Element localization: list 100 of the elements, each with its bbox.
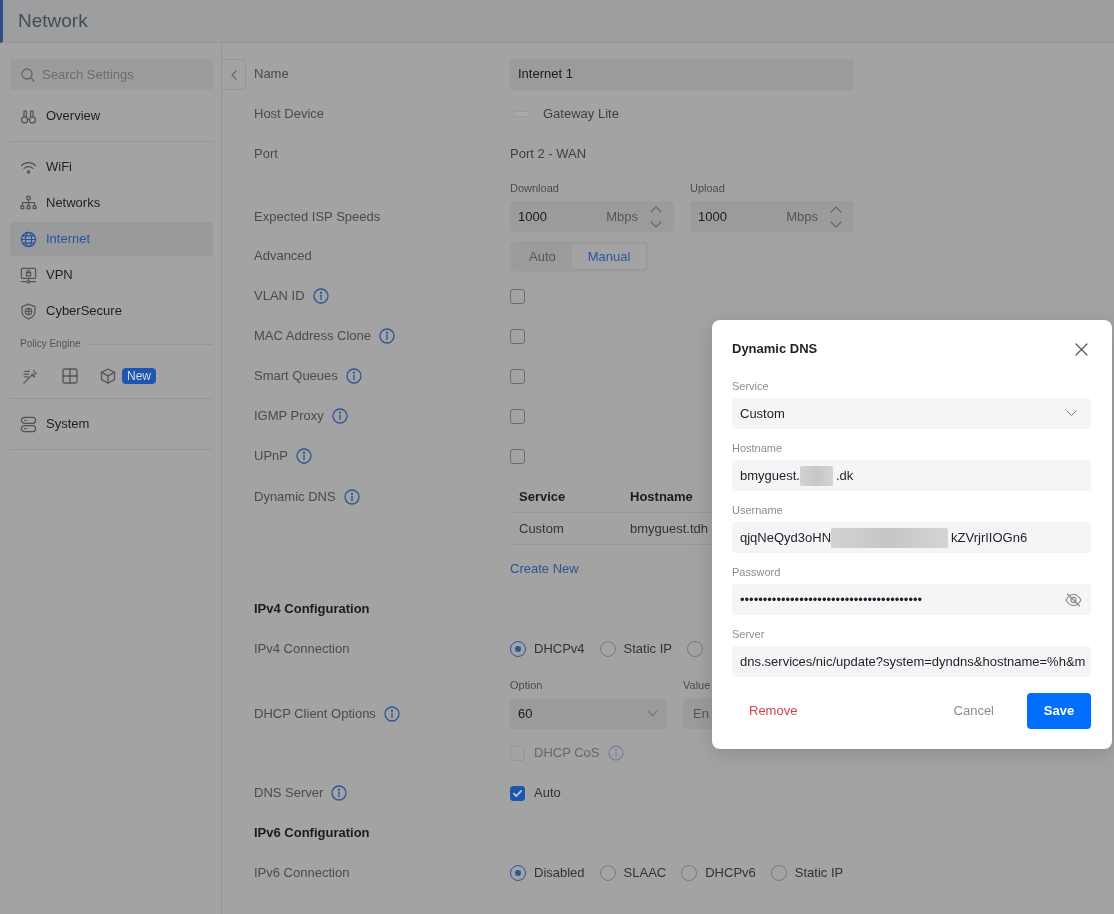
search-icon	[21, 68, 35, 82]
sidebar-item[interactable]: System	[10, 407, 213, 441]
shield-icon	[20, 302, 37, 320]
sidebar-item[interactable]: Overview	[10, 99, 213, 133]
sidebar-item[interactable]: CyberSecure	[10, 294, 213, 328]
field-label: Advanced	[254, 247, 312, 266]
checkbox-label: Auto	[534, 784, 561, 803]
checkbox[interactable]	[510, 448, 525, 464]
field-value: bmyguest.	[740, 466, 800, 485]
checkbox[interactable]	[510, 785, 525, 801]
speed-field[interactable]: 1000 Mbps	[690, 201, 854, 232]
radio-label: DHCPv4	[534, 640, 585, 659]
radio-label: Static IP	[623, 640, 672, 659]
field-caption: Upload	[690, 181, 726, 196]
section-heading: IPv4 Configuration	[254, 600, 370, 619]
service-select[interactable]: Custom	[732, 398, 1091, 429]
unit-label: Mbps	[606, 207, 638, 226]
field-label: Name	[254, 65, 289, 84]
close-icon[interactable]	[1075, 342, 1088, 356]
checkbox[interactable]	[510, 408, 525, 424]
field-label: Host Device	[254, 105, 325, 124]
chevron-down-icon	[1066, 410, 1077, 417]
info-icon[interactable]	[295, 448, 312, 464]
option-select[interactable]: 60	[510, 698, 667, 729]
remove-button[interactable]: Remove	[732, 693, 815, 729]
field-label: Service	[732, 379, 770, 393]
server-icon	[20, 415, 37, 433]
page-title: Network	[18, 10, 88, 32]
checkbox[interactable]	[510, 288, 525, 304]
field-label: Dynamic DNS	[254, 488, 336, 507]
section-heading: IPv6 Configuration	[254, 824, 370, 843]
column-header: Service	[518, 487, 567, 506]
radio-label: DHCPv6	[705, 864, 756, 883]
field-label: IPv4 Connection	[254, 640, 350, 659]
radio-label: SLAAC	[623, 864, 667, 883]
field-caption: Option	[510, 678, 544, 693]
network-icon	[20, 194, 37, 212]
new-badge: New	[122, 368, 156, 384]
field-value: qjqNeQyd3oHN	[740, 528, 832, 547]
info-icon[interactable]	[331, 785, 348, 801]
text-field[interactable]: dns.services/nic/update?system=dyndns&hostname=%h&m	[732, 646, 1091, 677]
radio-label: Static IP	[794, 864, 844, 883]
field-label: Expected ISP Speeds	[254, 207, 381, 226]
field-caption: Download	[510, 181, 560, 196]
device-name: Gateway Lite	[543, 105, 619, 124]
speed-field[interactable]: 1000 Mbps	[510, 201, 674, 232]
field-value: kZVrjrIIOGn6	[951, 528, 1028, 547]
sidebar-item[interactable]: Networks	[10, 186, 213, 220]
dialog-title: Dynamic DNS	[732, 340, 818, 359]
text-field[interactable]: qjqNeQyd3oHN kZVrjrIIOGn6	[732, 522, 1091, 553]
save-button[interactable]: Save	[1027, 693, 1091, 729]
info-icon[interactable]	[343, 489, 360, 505]
field-value: 1000	[518, 207, 548, 226]
sidebar-item[interactable]: VPN	[10, 258, 213, 292]
field-label: Port	[254, 145, 278, 164]
unit-label: Mbps	[786, 207, 818, 226]
info-icon[interactable]	[345, 368, 362, 384]
text-field[interactable]: bmyguest. .dk	[732, 460, 1091, 491]
field-label: DHCP Client Options	[254, 704, 376, 723]
globe-icon	[20, 230, 37, 248]
field-label: IPv6 Connection	[254, 864, 350, 883]
field-label: DNS Server	[254, 784, 324, 803]
redaction-block	[800, 465, 833, 486]
eye-slash-icon[interactable]	[1065, 592, 1082, 607]
field-value: Port 2 - WAN	[510, 145, 587, 164]
checkbox-label: DHCP CoS	[534, 744, 600, 763]
info-icon[interactable]	[331, 408, 348, 424]
field-value: .dk	[836, 466, 854, 485]
wand-icon[interactable]	[22, 368, 38, 384]
checkmark-icon	[512, 787, 523, 799]
table-cell-text: bmyguest.tdh	[629, 519, 709, 538]
checkbox[interactable]	[510, 368, 525, 384]
stepper-icon[interactable]	[650, 205, 662, 228]
grid-icon[interactable]	[62, 368, 78, 384]
field-label: VLAN ID	[254, 287, 305, 306]
cancel-button[interactable]: Cancel	[937, 693, 1010, 729]
cube-icon[interactable]	[100, 368, 116, 384]
stepper-icon[interactable]	[830, 205, 842, 228]
field-label: Hostname	[732, 441, 784, 455]
field-label: UPnP	[254, 447, 288, 466]
field-caption: Value	[683, 678, 712, 693]
field-label: IGMP Proxy	[254, 407, 324, 426]
name-field[interactable]: Internet 1	[510, 58, 854, 90]
checkbox[interactable]	[510, 328, 525, 344]
column-header: Hostname	[629, 487, 693, 506]
info-icon[interactable]	[312, 288, 329, 304]
field-label: Password	[732, 565, 782, 579]
monitor-lock-icon	[20, 266, 37, 284]
field-label: Server	[732, 627, 766, 641]
value-field[interactable]: En	[683, 698, 712, 729]
sidebar-item[interactable]: WiFi	[10, 150, 213, 184]
radio-label: Disabled	[534, 864, 585, 883]
chevron-left-icon	[230, 69, 237, 80]
field-label: MAC Address Clone	[254, 327, 372, 346]
section-label: Policy Engine	[19, 337, 81, 351]
chevron-down-icon	[647, 710, 658, 717]
info-icon[interactable]	[379, 328, 396, 344]
password-field[interactable]: ••••••••••••••••••••••••••••••••••••••••	[732, 584, 1091, 615]
info-icon[interactable]	[383, 705, 400, 722]
field-label: Smart Queues	[254, 367, 338, 386]
